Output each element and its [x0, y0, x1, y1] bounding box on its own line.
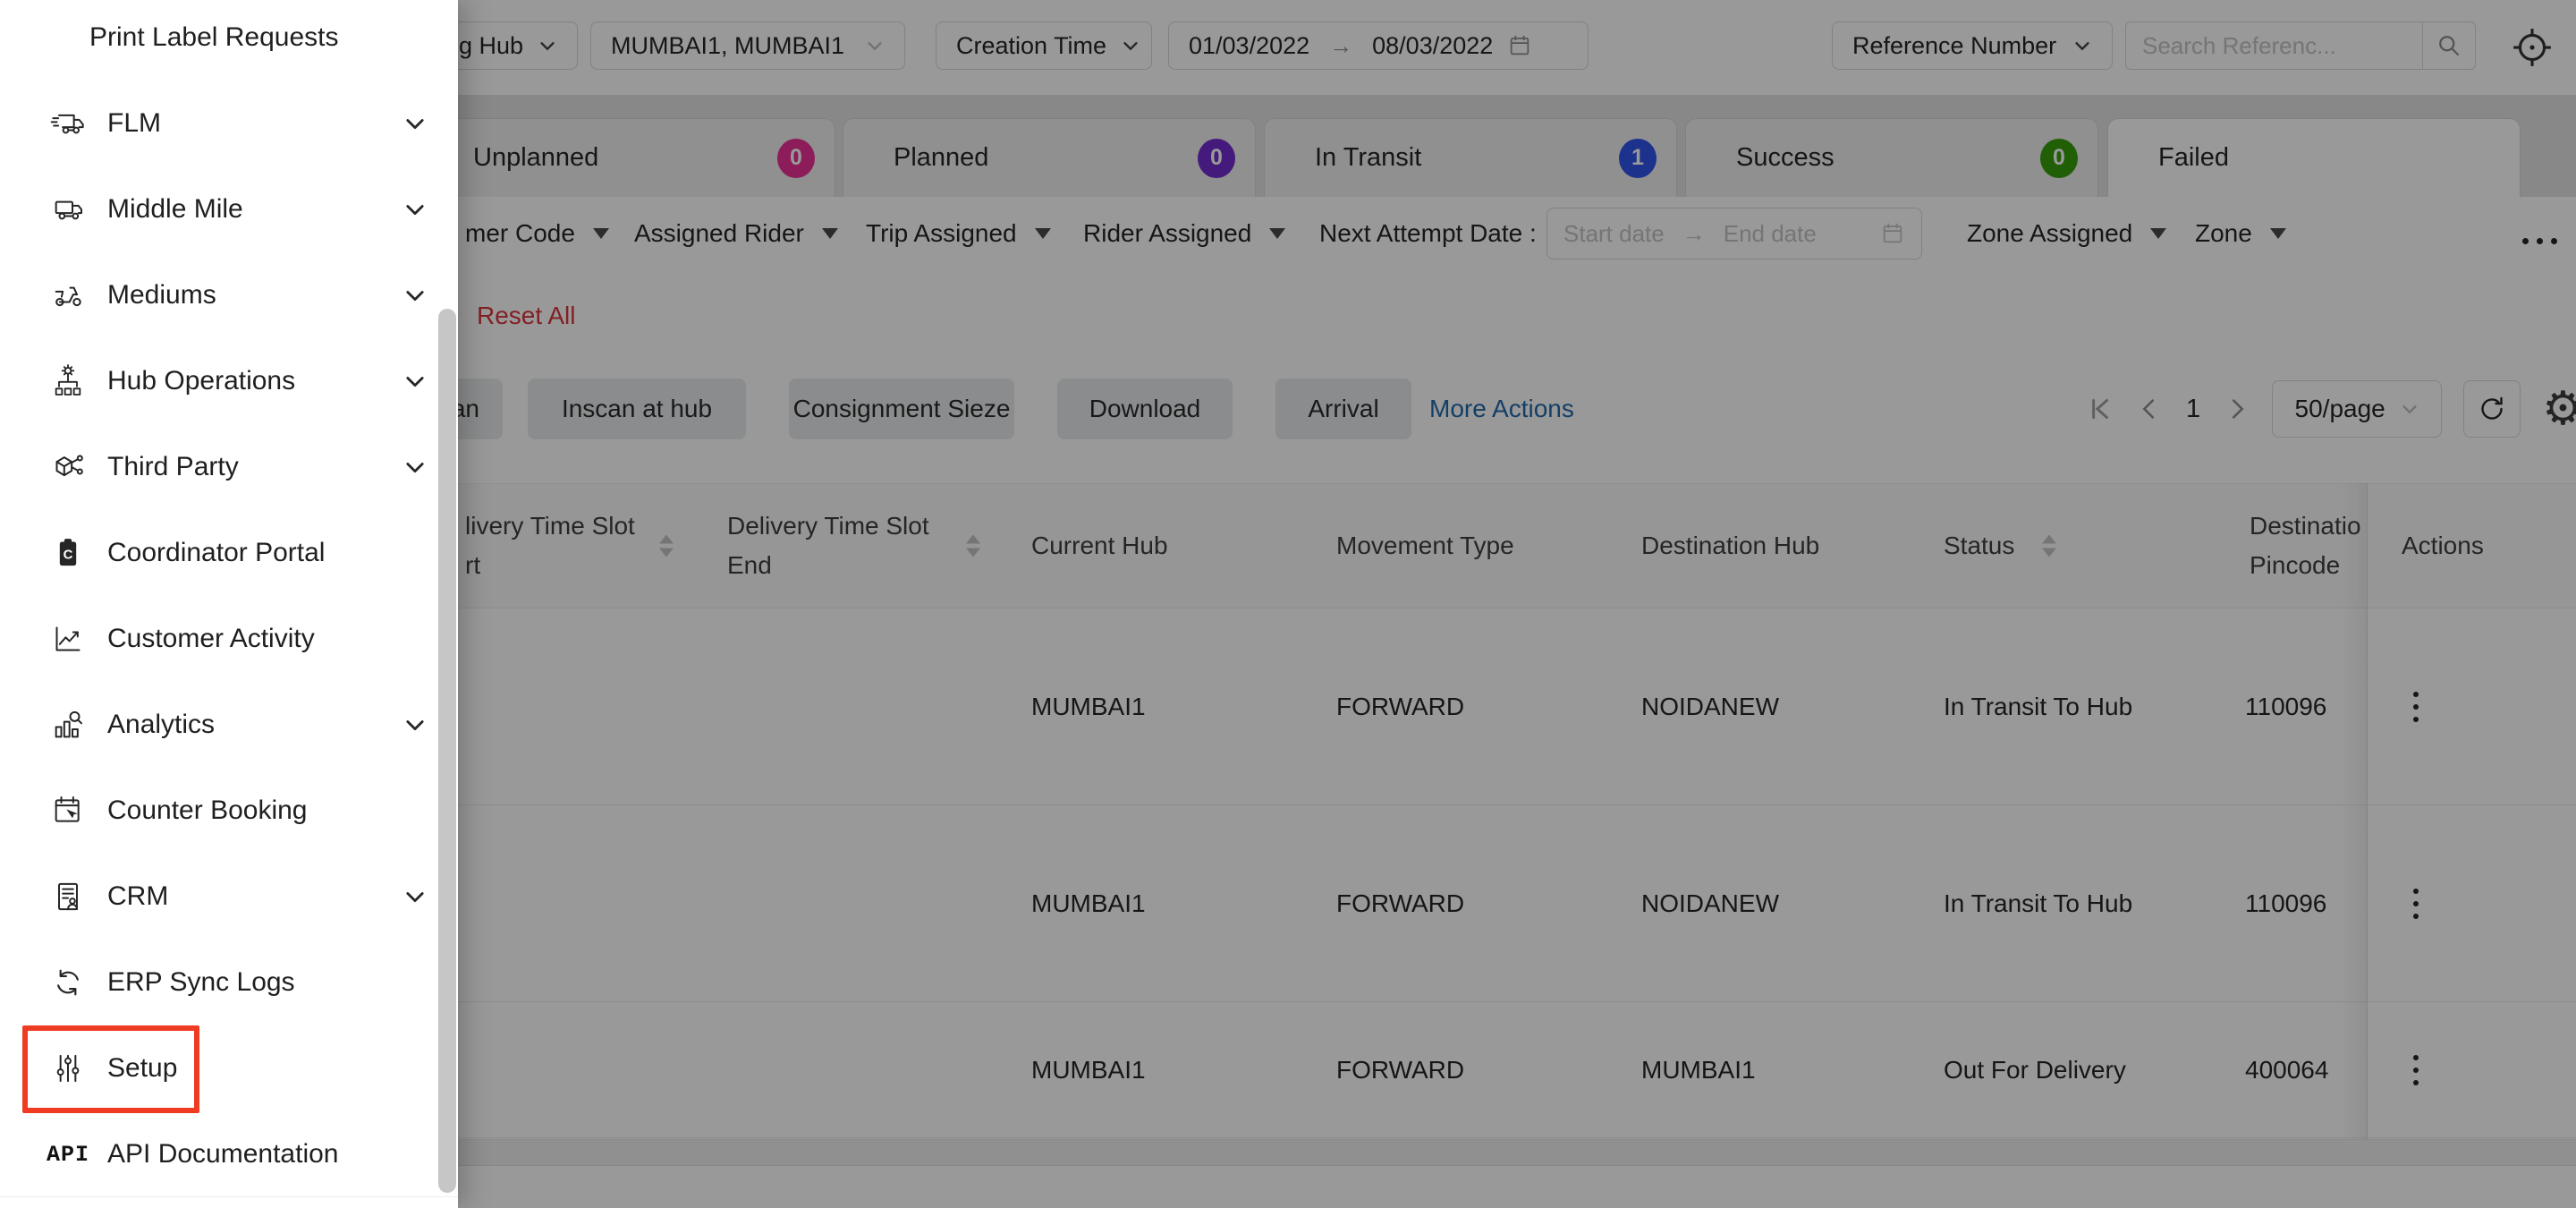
sidebar-item-label: Mediums — [107, 280, 216, 311]
sync-icon — [50, 965, 86, 1000]
sidebar-item-label: Third Party — [107, 452, 239, 482]
chevron-down-icon — [402, 884, 428, 909]
api-icon: API — [50, 1142, 86, 1168]
sidebar-item-analytics[interactable]: Analytics — [0, 682, 458, 768]
truck-fast-icon — [50, 106, 86, 141]
line-chart-icon — [50, 621, 86, 657]
sidebar-item-mediums[interactable]: Mediums — [0, 252, 458, 338]
calendar-cursor-icon — [50, 793, 86, 829]
sidebar-item-label: CRM — [107, 881, 168, 912]
chevron-down-icon — [402, 712, 428, 737]
sidebar-item-coordinator-portal[interactable]: C Coordinator Portal — [0, 510, 458, 596]
sidebar-divider — [0, 1196, 458, 1197]
sidebar-item-print-label-requests[interactable]: Print Label Requests — [0, 0, 458, 81]
scooter-icon — [50, 277, 86, 313]
sidebar-item-crm[interactable]: CRM — [0, 854, 458, 940]
sidebar-scrollbar[interactable] — [438, 309, 456, 1193]
sidebar-item-label: Coordinator Portal — [107, 538, 325, 568]
sidebar-item-label: Counter Booking — [107, 795, 307, 826]
sidebar-item-customer-activity[interactable]: Customer Activity — [0, 596, 458, 682]
sidebar-item-label: Middle Mile — [107, 194, 243, 225]
sidebar-item-middle-mile[interactable]: Middle Mile — [0, 166, 458, 252]
navigation-drawer: Print Label Requests FLM Middle Mile Medium… — [0, 0, 458, 1208]
sidebar-item-label: API Documentation — [107, 1139, 338, 1170]
sidebar-item-label: Print Label Requests — [89, 22, 339, 53]
chevron-down-icon — [402, 283, 428, 308]
sidebar-item-flm[interactable]: FLM — [0, 81, 458, 166]
document-user-icon — [50, 879, 86, 915]
sidebar-item-label: Setup — [107, 1053, 177, 1084]
sliders-icon — [50, 1051, 86, 1086]
sidebar-item-label: Customer Activity — [107, 624, 315, 654]
cube-network-icon — [50, 449, 86, 485]
sidebar-item-label: Analytics — [107, 710, 215, 740]
sidebar-item-counter-booking[interactable]: Counter Booking — [0, 768, 458, 854]
chevron-down-icon — [402, 369, 428, 394]
truck-icon — [50, 191, 86, 227]
chevron-down-icon — [402, 455, 428, 480]
svg-text:C: C — [64, 548, 73, 563]
sidebar-item-api-documentation[interactable]: API API Documentation — [0, 1111, 458, 1197]
hub-network-icon — [50, 363, 86, 399]
sidebar-item-erp-sync-logs[interactable]: ERP Sync Logs — [0, 940, 458, 1025]
chevron-down-icon — [402, 197, 428, 222]
sidebar-item-third-party[interactable]: Third Party — [0, 424, 458, 510]
sidebar-item-hub-operations[interactable]: Hub Operations — [0, 338, 458, 424]
chart-search-icon — [50, 707, 86, 743]
sidebar-item-label: FLM — [107, 108, 161, 139]
chevron-down-icon — [402, 111, 428, 136]
sidebar-item-label: Hub Operations — [107, 366, 295, 396]
clipboard-c-icon: C — [50, 535, 86, 571]
sidebar-item-label: ERP Sync Logs — [107, 967, 295, 998]
sidebar-item-setup[interactable]: Setup — [0, 1025, 458, 1111]
